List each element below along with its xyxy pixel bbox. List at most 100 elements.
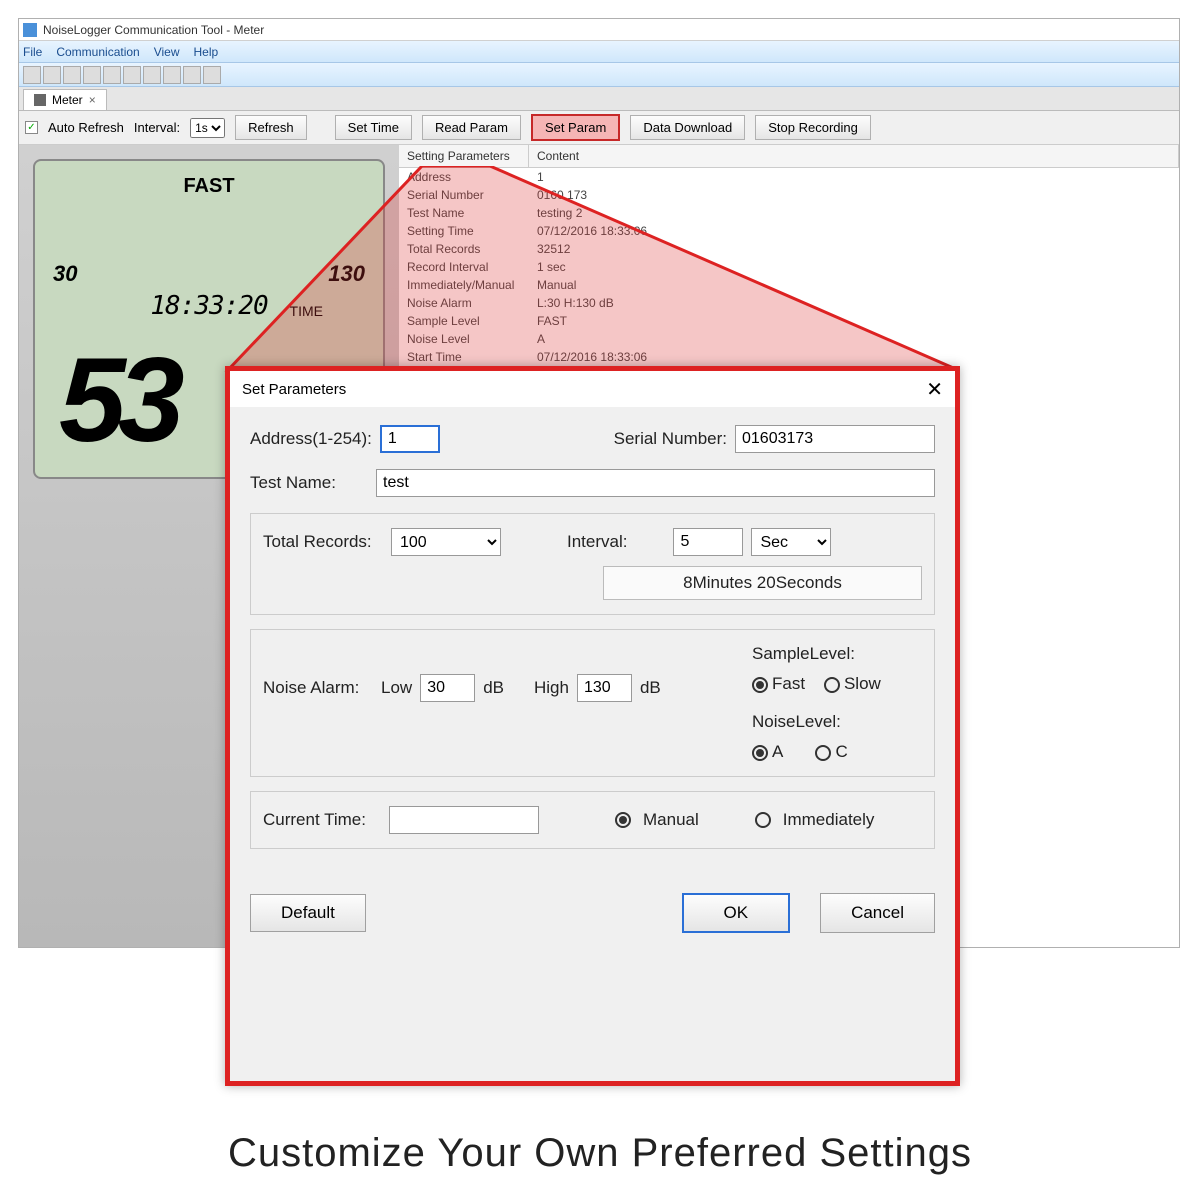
param-value: Manual — [529, 278, 1179, 292]
manual-label: Manual — [643, 810, 699, 830]
menubar: File Communication View Help — [19, 41, 1179, 63]
dialog-titlebar: Set Parameters ✕ — [230, 371, 955, 407]
toolbar-icon[interactable] — [43, 66, 61, 84]
param-key: Serial Number — [399, 188, 529, 202]
set-time-button[interactable]: Set Time — [335, 115, 412, 140]
param-row: Setting Time07/12/2016 18:33:06 — [399, 222, 1179, 240]
tab-icon — [34, 94, 46, 106]
param-row: Start Time07/12/2016 18:33:06 — [399, 348, 1179, 366]
toolbar-icon[interactable] — [23, 66, 41, 84]
serial-label: Serial Number: — [614, 429, 727, 449]
param-value: 0160 173 — [529, 188, 1179, 202]
toolbar-icon[interactable] — [203, 66, 221, 84]
current-time-input[interactable] — [389, 806, 539, 834]
action-bar: ✓ Auto Refresh Interval: 1s Refresh Set … — [19, 111, 1179, 145]
data-download-button[interactable]: Data Download — [630, 115, 745, 140]
param-value: FAST — [529, 314, 1179, 328]
param-value: 07/12/2016 18:33:06 — [529, 224, 1179, 238]
default-button[interactable]: Default — [250, 894, 366, 932]
app-icon — [23, 23, 37, 37]
param-header-key: Setting Parameters — [399, 145, 529, 167]
param-row: Serial Number0160 173 — [399, 186, 1179, 204]
interval-input[interactable] — [673, 528, 743, 556]
toolbar-icon[interactable] — [163, 66, 181, 84]
param-row: Noise AlarmL:30 H:130 dB — [399, 294, 1179, 312]
fast-label: Fast — [772, 674, 805, 693]
radio-manual[interactable] — [615, 812, 631, 828]
radio-immediately[interactable] — [755, 812, 771, 828]
param-header-value: Content — [529, 145, 1179, 167]
radio-a[interactable] — [752, 745, 768, 761]
param-key: Total Records — [399, 242, 529, 256]
menu-view[interactable]: View — [154, 45, 180, 59]
close-icon[interactable]: ✕ — [926, 377, 943, 402]
param-row: Address1 — [399, 168, 1179, 186]
radio-fast[interactable] — [752, 677, 768, 693]
menu-communication[interactable]: Communication — [56, 45, 139, 59]
toolbar — [19, 63, 1179, 87]
interval-select[interactable]: 1s — [190, 118, 225, 138]
low-input[interactable] — [420, 674, 475, 702]
param-key: Setting Time — [399, 224, 529, 238]
duration-display: 8Minutes 20Seconds — [603, 566, 922, 600]
read-param-button[interactable]: Read Param — [422, 115, 521, 140]
stop-recording-button[interactable]: Stop Recording — [755, 115, 871, 140]
slow-label: Slow — [844, 674, 881, 693]
dialog-title: Set Parameters — [242, 381, 346, 398]
toolbar-icon[interactable] — [143, 66, 161, 84]
high-input[interactable] — [577, 674, 632, 702]
menu-file[interactable]: File — [23, 45, 42, 59]
window-titlebar: NoiseLogger Communication Tool - Meter — [19, 19, 1179, 41]
toolbar-icon[interactable] — [83, 66, 101, 84]
menu-help[interactable]: Help — [194, 45, 219, 59]
tab-strip: Meter × — [19, 87, 1179, 111]
param-row: Record Interval1 sec — [399, 258, 1179, 276]
auto-refresh-checkbox[interactable]: ✓ — [25, 121, 38, 134]
param-key: Sample Level — [399, 314, 529, 328]
toolbar-icon[interactable] — [103, 66, 121, 84]
param-row: Immediately/ManualManual — [399, 276, 1179, 294]
toolbar-icon[interactable] — [63, 66, 81, 84]
window-title: NoiseLogger Communication Tool - Meter — [43, 23, 264, 37]
refresh-button[interactable]: Refresh — [235, 115, 307, 140]
toolbar-icon[interactable] — [123, 66, 141, 84]
param-row: Noise LevelA — [399, 330, 1179, 348]
param-value: 1 — [529, 170, 1179, 184]
lcd-value: 53 — [59, 331, 176, 469]
immediately-label: Immediately — [783, 810, 875, 830]
address-label: Address(1-254): — [250, 429, 372, 449]
param-row: Sample LevelFAST — [399, 312, 1179, 330]
param-key: Record Interval — [399, 260, 529, 274]
high-label: High — [534, 678, 569, 698]
db-label-1: dB — [483, 678, 504, 698]
noise-level-label: NoiseLevel: — [752, 712, 922, 732]
db-label-2: dB — [640, 678, 661, 698]
marketing-caption: Customize Your Own Preferred Settings — [0, 1131, 1200, 1176]
testname-input[interactable] — [376, 469, 935, 497]
param-value: L:30 H:130 dB — [529, 296, 1179, 310]
tab-meter[interactable]: Meter × — [23, 89, 107, 110]
radio-slow[interactable] — [824, 677, 840, 693]
param-value: testing 2 — [529, 206, 1179, 220]
param-row: Test Nametesting 2 — [399, 204, 1179, 222]
param-row: Total Records32512 — [399, 240, 1179, 258]
lcd-time-label: TIME — [290, 303, 323, 319]
total-records-select[interactable]: 100 — [391, 528, 501, 556]
radio-c[interactable] — [815, 745, 831, 761]
toolbar-icon[interactable] — [183, 66, 201, 84]
lcd-scale-low: 30 — [53, 261, 77, 287]
interval-unit-select[interactable]: Sec — [751, 528, 831, 556]
cancel-button[interactable]: Cancel — [820, 893, 935, 933]
param-value: A — [529, 332, 1179, 346]
tab-close-icon[interactable]: × — [89, 93, 96, 107]
address-input[interactable] — [380, 425, 440, 453]
set-param-button[interactable]: Set Param — [531, 114, 620, 141]
param-value: 07/12/2016 18:33:06 — [529, 350, 1179, 364]
ok-button[interactable]: OK — [682, 893, 791, 933]
serial-input[interactable] — [735, 425, 935, 453]
param-value: 1 sec — [529, 260, 1179, 274]
lcd-time: 18:33:20 — [150, 291, 267, 321]
noise-alarm-label: Noise Alarm: — [263, 678, 373, 698]
tab-label: Meter — [52, 93, 83, 107]
lcd-mode: FAST — [183, 175, 234, 198]
